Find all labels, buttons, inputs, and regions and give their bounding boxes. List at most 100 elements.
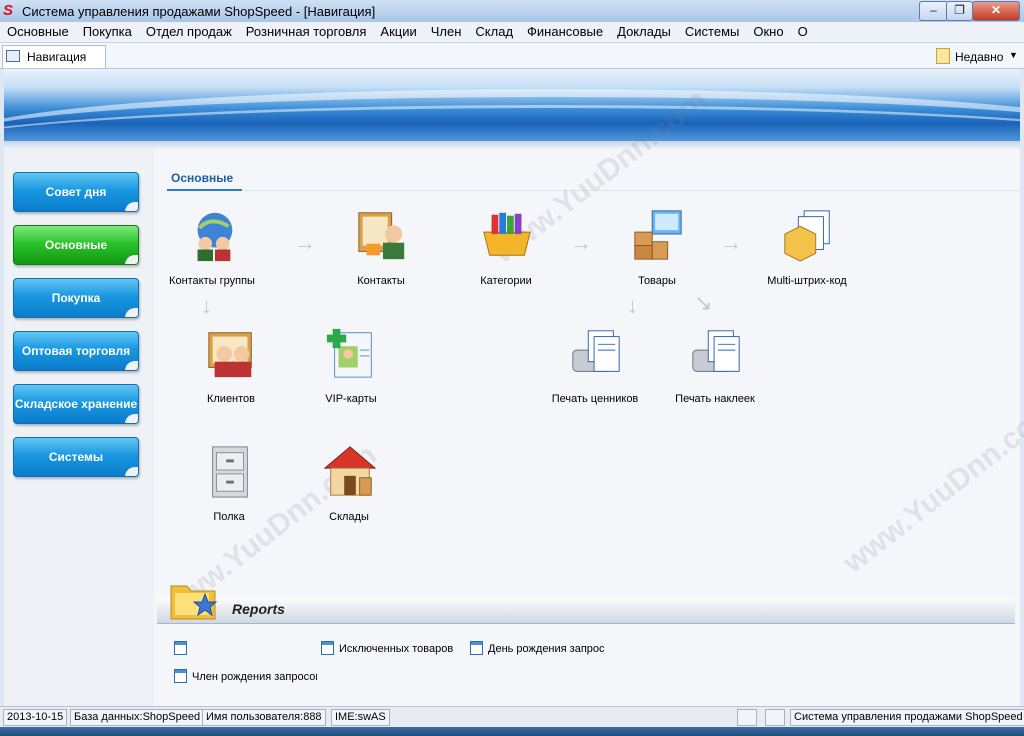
sidebar-button[interactable]: Покупка: [13, 278, 139, 318]
flow-arrow-right-icon: →: [294, 230, 316, 255]
categories-icon: [483, 212, 531, 256]
menu-item[interactable]: Склад: [468, 22, 520, 42]
status-date: 2013-10-15: [3, 709, 68, 726]
module-print-labels[interactable]: Печать наклеек: [650, 325, 780, 435]
module-label: Полка: [213, 511, 245, 523]
flow-arrow-right-icon: →: [720, 230, 742, 255]
flow-arrow-down-icon: ↓: [627, 293, 638, 318]
module-print-price-tags[interactable]: Печать ценников: [530, 325, 660, 435]
page-curl: [125, 308, 138, 317]
section-underline: [167, 189, 242, 191]
layout-vertical-icon[interactable]: [765, 709, 785, 726]
flow-arrow-down-icon: ↓: [201, 293, 212, 318]
sidebar-button-label: Основные: [44, 238, 108, 252]
sidebar-button[interactable]: Оптовая торговля: [13, 331, 139, 371]
menu-bar: Основные Покупка Отдел продаж Розничная тор…: [0, 22, 1024, 43]
sidebar-button[interactable]: Складское хранение: [13, 384, 139, 424]
chevron-down-icon[interactable]: ▼: [1009, 50, 1018, 60]
module-label: Контакты: [357, 275, 405, 287]
menu-item[interactable]: Окно: [746, 22, 790, 42]
menu-item[interactable]: Розничная торговля: [239, 22, 374, 42]
tab-navigation[interactable]: Навигация: [2, 45, 106, 68]
menu-item[interactable]: Финансовые: [520, 22, 610, 42]
module-label: Печать наклеек: [675, 393, 755, 405]
contacts-icon: [358, 212, 405, 260]
recent-documents-icon[interactable]: [936, 48, 950, 64]
contact-groups-icon: [197, 212, 233, 262]
restore-button[interactable]: ❐: [946, 1, 973, 21]
flow-arrow-right-icon: →: [570, 230, 592, 255]
report-document-icon[interactable]: [321, 641, 334, 655]
minimize-button[interactable]: –: [919, 1, 948, 21]
section-divider: [242, 190, 1020, 191]
clients-icon: [208, 332, 252, 378]
layout-horizontal-icon[interactable]: [737, 709, 757, 726]
products-icon: [634, 210, 682, 260]
sidebar-button[interactable]: Системы: [13, 437, 139, 477]
print-price-tags-icon: [572, 330, 620, 372]
recent-button[interactable]: Недавно: [955, 50, 1003, 64]
menu-item[interactable]: Основные: [0, 22, 76, 42]
module-clients[interactable]: Клиентов: [166, 325, 296, 435]
title-bar: S Система управления продажами ShopSpeed…: [0, 0, 1024, 23]
module-label: Товары: [638, 275, 676, 287]
module-label: Категории: [480, 275, 532, 287]
report-link[interactable]: Исключенных товаров: [339, 643, 453, 655]
report-document-icon[interactable]: [470, 641, 483, 655]
tab-label: Навигация: [27, 50, 87, 64]
report-document-icon[interactable]: [174, 641, 187, 655]
status-ime: IME:swAS: [331, 709, 390, 726]
menu-item[interactable]: Отдел продаж: [139, 22, 239, 42]
sidebar-button-label: Совет дня: [45, 185, 107, 199]
report-document-icon[interactable]: [174, 669, 187, 683]
status-user: Имя пользователя:888: [202, 709, 326, 726]
page-curl: [125, 202, 138, 211]
module-contact-groups[interactable]: Контакты группы: [147, 207, 277, 317]
menu-item[interactable]: Акции: [373, 22, 423, 42]
status-database: База данных:ShopSpeed: [70, 709, 205, 726]
multi-barcode-icon: [784, 210, 830, 262]
page-curl: [125, 414, 138, 423]
app-logo-icon: S: [3, 2, 14, 19]
page-curl: [125, 255, 138, 264]
page-curl: [125, 467, 138, 476]
module-vip-card[interactable]: VIP-карты: [286, 325, 416, 435]
navigation-window-icon: [6, 50, 20, 62]
report-link[interactable]: Член рождения запросов: [192, 671, 317, 683]
shelf-cabinet-icon: [212, 446, 248, 498]
module-label: VIP-карты: [325, 393, 377, 405]
reports-title: Reports: [232, 601, 285, 617]
module-contacts[interactable]: Контакты: [316, 207, 446, 317]
module-categories[interactable]: Категории: [441, 207, 571, 317]
report-link[interactable]: День рождения запрос: [488, 643, 605, 655]
document-tab-bar: Навигация: [0, 43, 1024, 69]
sidebar-button-label: Покупка: [51, 291, 101, 305]
menu-item[interactable]: Член: [424, 22, 469, 42]
page-curl: [125, 361, 138, 370]
reports-header: [157, 597, 1015, 624]
menu-item[interactable]: Системы: [678, 22, 746, 42]
section-tab-title[interactable]: Основные: [171, 171, 233, 185]
module-multi-barcode[interactable]: Multi-штрих-код: [742, 207, 872, 317]
banner-separator: [4, 141, 1020, 149]
module-label: Multi-штрих-код: [767, 275, 847, 287]
status-app-name: Система управления продажами ShopSpeed: [790, 709, 1024, 726]
module-label: Склады: [329, 511, 369, 523]
sidebar-button[interactable]: Основные: [13, 225, 139, 265]
sidebar-button[interactable]: Совет дня: [13, 172, 139, 212]
close-button[interactable]: ✕: [972, 1, 1020, 21]
module-shelf-cabinet[interactable]: Полка: [164, 443, 294, 553]
flow-arrow-diagonal-icon: ↘: [694, 290, 713, 315]
menu-item[interactable]: Доклады: [610, 22, 678, 42]
os-taskbar: [0, 727, 1024, 736]
module-label: Контакты группы: [169, 275, 255, 287]
sidebar-button-label: Оптовая торговля: [21, 344, 131, 358]
module-label: Печать ценников: [551, 393, 639, 405]
menu-item[interactable]: О: [791, 22, 815, 42]
vip-card-icon: [326, 328, 372, 378]
menu-item[interactable]: Покупка: [76, 22, 139, 42]
window-title: Система управления продажами ShopSpeed -…: [22, 4, 376, 19]
header-banner: [4, 69, 1020, 141]
module-warehouse-house[interactable]: Склады: [284, 443, 414, 553]
sidebar-button-label: Складское хранение: [14, 397, 138, 411]
